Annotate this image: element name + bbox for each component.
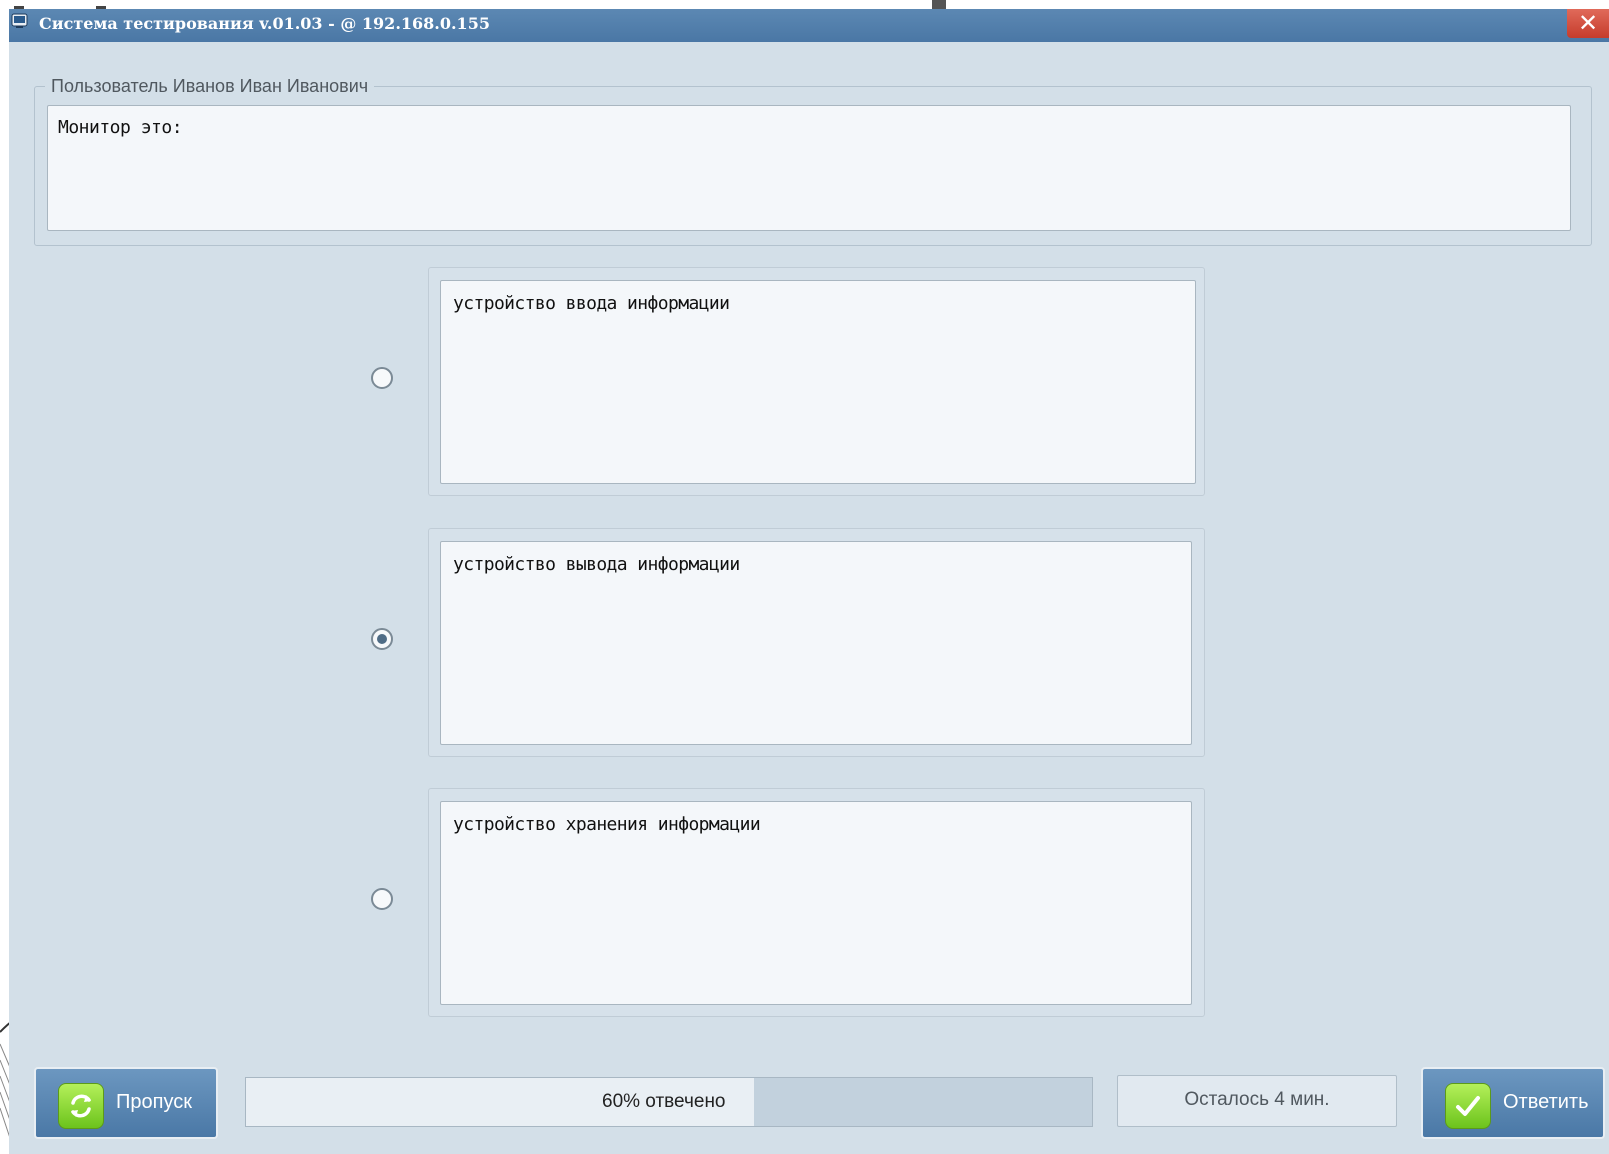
answer-option-3[interactable]: устройство хранения информации bbox=[428, 788, 1205, 1017]
close-icon: ✕ bbox=[1577, 9, 1599, 37]
checkmark-icon bbox=[1445, 1083, 1491, 1129]
answer-box[interactable]: устройство хранения информации bbox=[440, 801, 1192, 1005]
app-window-icon bbox=[11, 13, 28, 28]
answer-box[interactable]: устройство вывода информации bbox=[440, 541, 1192, 745]
answer-box[interactable]: устройство ввода информации bbox=[440, 280, 1196, 484]
answer-radio-1[interactable] bbox=[371, 367, 393, 389]
timer-box: Осталось 4 мин. bbox=[1117, 1075, 1397, 1127]
skip-label: Пропуск bbox=[116, 1091, 192, 1113]
answer-radio-3[interactable] bbox=[371, 888, 393, 910]
submit-answer-button[interactable]: Ответить bbox=[1421, 1067, 1605, 1139]
answer-radio-2[interactable] bbox=[371, 628, 393, 650]
refresh-icon bbox=[58, 1083, 104, 1129]
timer-text: Осталось 4 мин. bbox=[1184, 1089, 1330, 1110]
user-group-box: Пользователь Иванов Иван Иванович Монито… bbox=[34, 76, 1592, 246]
answer-option-1[interactable]: устройство ввода информации bbox=[428, 267, 1205, 496]
progress-bar: 60% отвечено bbox=[245, 1077, 1093, 1127]
skip-button[interactable]: Пропуск bbox=[34, 1067, 218, 1139]
answer-text: устройство ввода информации bbox=[453, 293, 730, 314]
user-legend: Пользователь Иванов Иван Иванович bbox=[45, 76, 375, 97]
desktop-mark bbox=[932, 0, 946, 9]
window-title: Система тестирования v.01.03 - @ 192.168… bbox=[39, 14, 490, 33]
answer-text: устройство хранения информации bbox=[453, 814, 761, 835]
answer-option-2[interactable]: устройство вывода информации bbox=[428, 528, 1205, 757]
answer-text: устройство вывода информации bbox=[453, 554, 740, 575]
close-button[interactable]: ✕ bbox=[1567, 9, 1609, 38]
progress-text: 60% отвечено bbox=[602, 1091, 726, 1112]
submit-label: Ответить bbox=[1503, 1091, 1589, 1113]
question-text: Монитор это: bbox=[58, 117, 183, 138]
question-box: Монитор это: bbox=[47, 105, 1571, 231]
test-window: Система тестирования v.01.03 - @ 192.168… bbox=[9, 9, 1609, 1154]
title-bar[interactable]: Система тестирования v.01.03 - @ 192.168… bbox=[9, 9, 1609, 42]
